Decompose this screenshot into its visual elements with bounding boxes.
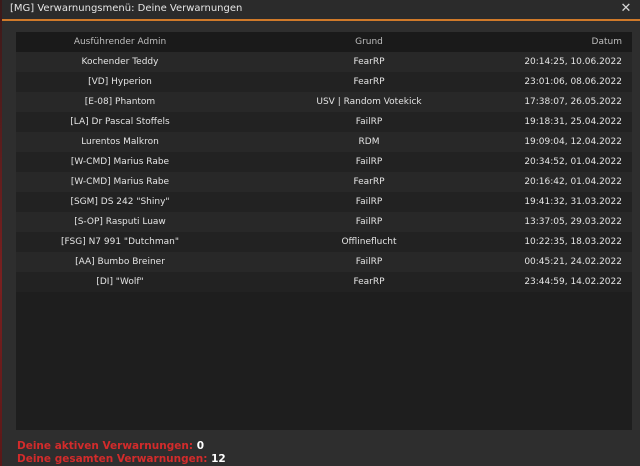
cell-admin: [W-CMD] Marius Rabe: [70, 157, 170, 167]
cell-admin: [DI] "Wolf": [96, 277, 144, 287]
cell-reason: FearRP: [353, 177, 385, 187]
warning-summary: Deine aktiven Verwarnungen: 0 Deine gesa…: [17, 440, 226, 466]
table-row[interactable]: [LA] Dr Pascal Stoffels FailRP 19:18:31, 2…: [16, 112, 632, 132]
table-header: Ausführender Admin Grund Datum: [16, 32, 632, 52]
cell-reason: FailRP: [355, 217, 383, 227]
total-warnings-line: Deine gesamten Verwarnungen: 12: [17, 453, 226, 466]
warnings-window: [MG] Verwarnungsmenü: Deine Verwarnungen…: [2, 0, 640, 466]
active-warnings-label: Deine aktiven Verwarnungen:: [17, 440, 194, 452]
cell-admin: Kochender Teddy: [81, 57, 159, 67]
cell-reason: USV | Random Votekick: [316, 97, 422, 107]
cell-admin: [VD] Hyperion: [88, 77, 152, 87]
active-warnings-line: Deine aktiven Verwarnungen: 0: [17, 440, 226, 453]
table-row[interactable]: [E-08] Phantom USV | Random Votekick 17:38…: [16, 92, 632, 112]
cell-date: 19:41:32, 31.03.2022: [524, 197, 622, 207]
cell-date: 13:37:05, 29.03.2022: [524, 217, 622, 227]
cell-date: 23:44:59, 14.02.2022: [524, 277, 622, 287]
table-row[interactable]: [W-CMD] Marius Rabe FearRP 20:16:42, 01.04…: [16, 172, 632, 192]
cell-admin: [E-08] Phantom: [84, 97, 156, 107]
cell-date: 23:01:06, 08.06.2022: [524, 77, 622, 87]
cell-reason: FearRP: [353, 77, 385, 87]
cell-reason: FailRP: [355, 257, 383, 267]
table-body: Kochender Teddy FearRP 20:14:25, 10.06.202…: [16, 52, 632, 292]
cell-admin: [AA] Bumbo Breiner: [75, 257, 165, 267]
title-bar[interactable]: [MG] Verwarnungsmenü: Deine Verwarnungen…: [2, 0, 640, 21]
table-row[interactable]: [FSG] N7 991 "Dutchman" Offlineflucht 10:2…: [16, 232, 632, 252]
column-header-admin[interactable]: Ausführender Admin: [16, 32, 224, 52]
table-row[interactable]: Lurentos Malkron RDM 19:09:04, 12.04.2022: [16, 132, 632, 152]
cell-date: 20:16:42, 01.04.2022: [524, 177, 622, 187]
warnings-table: Ausführender Admin Grund Datum Kochender…: [16, 32, 632, 430]
cell-admin: [SGM] DS 242 "Shiny": [70, 197, 170, 207]
cell-admin: [S-OP] Rasputi Luaw: [74, 217, 166, 227]
table-row[interactable]: [DI] "Wolf" FearRP 23:44:59, 14.02.2022: [16, 272, 632, 292]
cell-date: 20:34:52, 01.04.2022: [524, 157, 622, 167]
table-row[interactable]: [AA] Bumbo Breiner FailRP 00:45:21, 24.02.…: [16, 252, 632, 272]
cell-reason: FailRP: [355, 197, 383, 207]
cell-date: 00:45:21, 24.02.2022: [524, 257, 622, 267]
cell-admin: Lurentos Malkron: [81, 137, 159, 147]
cell-date: 19:09:04, 12.04.2022: [524, 137, 622, 147]
total-warnings-label: Deine gesamten Verwarnungen:: [17, 453, 208, 465]
table-row[interactable]: [S-OP] Rasputi Luaw FailRP 13:37:05, 29.03…: [16, 212, 632, 232]
cell-date: 10:22:35, 18.03.2022: [524, 237, 622, 247]
cell-reason: FailRP: [355, 157, 383, 167]
cell-reason: FailRP: [355, 117, 383, 127]
table-row[interactable]: [VD] Hyperion FearRP 23:01:06, 08.06.2022: [16, 72, 632, 92]
table-row[interactable]: Kochender Teddy FearRP 20:14:25, 10.06.202…: [16, 52, 632, 72]
table-row[interactable]: [SGM] DS 242 "Shiny" FailRP 19:41:32, 31.0…: [16, 192, 632, 212]
active-warnings-count: 0: [196, 440, 204, 452]
cell-admin: [FSG] N7 991 "Dutchman": [60, 237, 180, 247]
cell-admin: [W-CMD] Marius Rabe: [70, 177, 170, 187]
table-row[interactable]: [W-CMD] Marius Rabe FailRP 20:34:52, 01.04…: [16, 152, 632, 172]
total-warnings-count: 12: [211, 453, 226, 465]
cell-reason: FearRP: [353, 277, 385, 287]
column-header-date[interactable]: Datum: [514, 32, 622, 52]
cell-date: 20:14:25, 10.06.2022: [524, 57, 622, 67]
cell-reason: RDM: [358, 137, 380, 147]
column-header-reason[interactable]: Grund: [224, 32, 514, 52]
cell-reason: Offlineflucht: [341, 237, 397, 247]
cell-reason: FearRP: [353, 57, 385, 67]
close-icon[interactable]: ✕: [618, 1, 634, 17]
cell-date: 19:18:31, 25.04.2022: [524, 117, 622, 127]
cell-admin: [LA] Dr Pascal Stoffels: [70, 117, 170, 127]
window-title: [MG] Verwarnungsmenü: Deine Verwarnungen: [10, 3, 243, 14]
cell-date: 17:38:07, 26.05.2022: [524, 97, 622, 107]
